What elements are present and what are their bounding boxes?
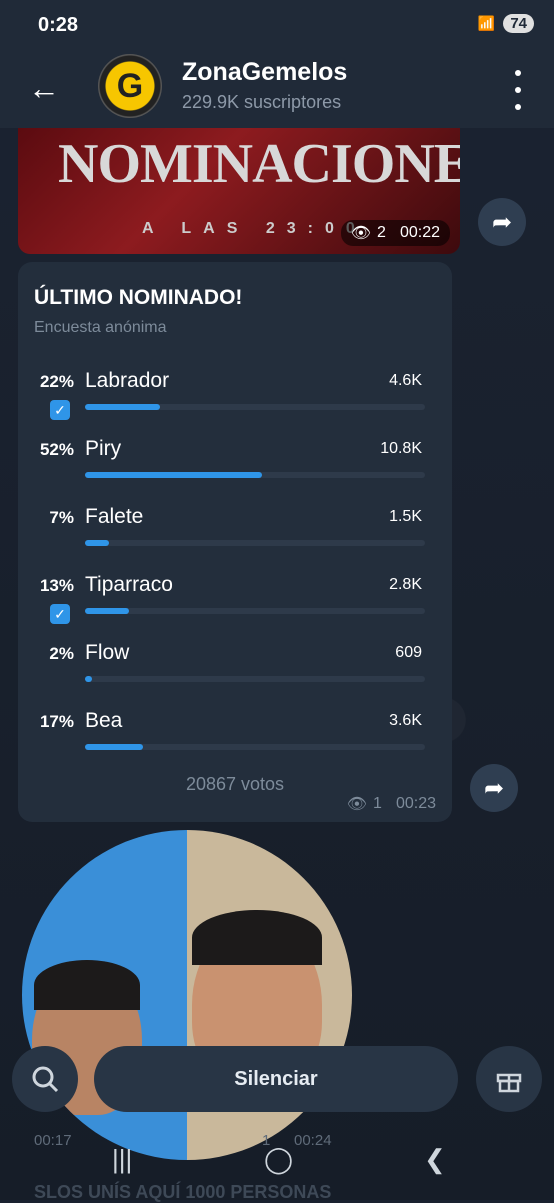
search-button[interactable] <box>12 1046 78 1112</box>
poll-votes[interactable]: 20867 votos <box>18 774 452 795</box>
option-bar-fill <box>85 676 92 682</box>
poll-card: ÚLTIMO NOMINADO! Encuesta anónima 22% Lab… <box>18 262 452 822</box>
poll-option[interactable]: 17% Bea 3.6K <box>18 706 452 766</box>
mute-button[interactable]: Silenciar <box>94 1046 458 1112</box>
option-percent: 17% <box>39 712 74 731</box>
channel-name[interactable]: ZonaGemelos <box>182 58 347 87</box>
poll-option[interactable]: 2% Flow 609 <box>18 638 452 698</box>
battery-icon: 74 <box>503 14 534 33</box>
option-label: Flow <box>85 641 130 664</box>
video-time: 00:22 <box>399 224 440 241</box>
option-bar-track <box>85 404 425 410</box>
option-bar-track <box>85 540 425 546</box>
poll-option[interactable]: 22% Labrador 4.6K ✓ <box>18 366 452 426</box>
option-bar-track <box>85 608 425 614</box>
option-bar-fill <box>85 472 262 478</box>
channel-avatar[interactable]: G <box>98 54 162 118</box>
poll-option[interactable]: 13% Tiparraco 2.8K ✓ <box>18 570 452 630</box>
search-icon <box>32 1066 59 1093</box>
poll-type: Encuesta anónima <box>34 319 167 336</box>
option-bar-track <box>85 472 425 478</box>
back-arrow-icon[interactable]: ← <box>28 70 64 106</box>
option-label: Falete <box>85 505 144 528</box>
system-back-icon[interactable]: ❮ <box>424 1144 446 1175</box>
checkmark-icon: ✓ <box>50 400 70 420</box>
option-percent: 2% <box>49 644 74 663</box>
poll-option[interactable]: 52% Piry 10.8K <box>18 434 452 494</box>
option-count: 10.8K <box>380 440 422 457</box>
forward-icon[interactable]: ➦ <box>478 198 526 246</box>
option-bar-fill <box>85 540 109 546</box>
gift-icon <box>496 1073 522 1093</box>
video-post-thumbnail[interactable]: NOMINACIONES A LAS 23:00 👁 2 00:22 <box>18 128 460 254</box>
status-time: 0:28 <box>38 14 79 36</box>
option-label: Piry <box>85 437 122 460</box>
poll-time: 00:23 <box>395 795 436 812</box>
option-percent: 13% <box>39 576 74 595</box>
option-percent: 7% <box>49 508 74 527</box>
gift-button[interactable] <box>476 1046 542 1112</box>
option-bar-fill <box>85 608 130 614</box>
option-count: 609 <box>395 644 422 661</box>
subscriber-count: 229.9K suscriptores <box>182 92 342 112</box>
option-count: 1.5K <box>389 508 422 525</box>
avatar-letter: G <box>116 66 144 105</box>
hair-right <box>192 910 322 965</box>
option-bar-track <box>85 676 425 682</box>
video-title: NOMINACIONES <box>58 133 460 195</box>
video-post-meta: 👁 2 00:22 <box>340 220 450 246</box>
option-label: Tiparraco <box>85 573 173 596</box>
poll-option[interactable]: 7% Falete 1.5K <box>18 502 452 562</box>
option-bar-track <box>85 744 425 750</box>
status-bar: 0:28 📶 74 <box>0 0 554 52</box>
more-options-icon[interactable] <box>508 70 528 110</box>
option-label: Labrador <box>85 369 170 392</box>
recent-apps-icon[interactable]: ||| <box>112 1144 132 1175</box>
option-count: 3.6K <box>389 712 422 729</box>
chat-header: ← G ZonaGemelos 229.9K suscriptores <box>0 52 554 128</box>
eye-icon: 👁 <box>350 225 372 242</box>
option-bar-fill <box>85 404 160 410</box>
option-count: 4.6K <box>389 372 422 389</box>
option-percent: 52% <box>39 440 74 459</box>
poll-views: 1 <box>373 795 382 812</box>
wifi-icon: 📶 <box>477 15 496 31</box>
eye-icon: 👁 <box>346 796 368 813</box>
video-views: 2 <box>377 224 386 241</box>
video-subtitle: A LAS 23:00 <box>142 220 367 237</box>
poll-meta: 👁 1 00:23 <box>347 794 436 814</box>
status-icons: 📶 74 <box>478 14 534 33</box>
option-percent: 22% <box>39 372 74 391</box>
option-label: Bea <box>85 709 123 732</box>
option-bar-fill <box>85 744 143 750</box>
checkmark-icon: ✓ <box>50 604 70 624</box>
hair-left <box>34 960 140 1010</box>
option-count: 2.8K <box>389 576 422 593</box>
home-icon[interactable]: ◯ <box>264 1144 293 1175</box>
poll-title: ÚLTIMO NOMINADO! <box>34 286 243 309</box>
forward-icon[interactable]: ➦ <box>470 764 518 812</box>
